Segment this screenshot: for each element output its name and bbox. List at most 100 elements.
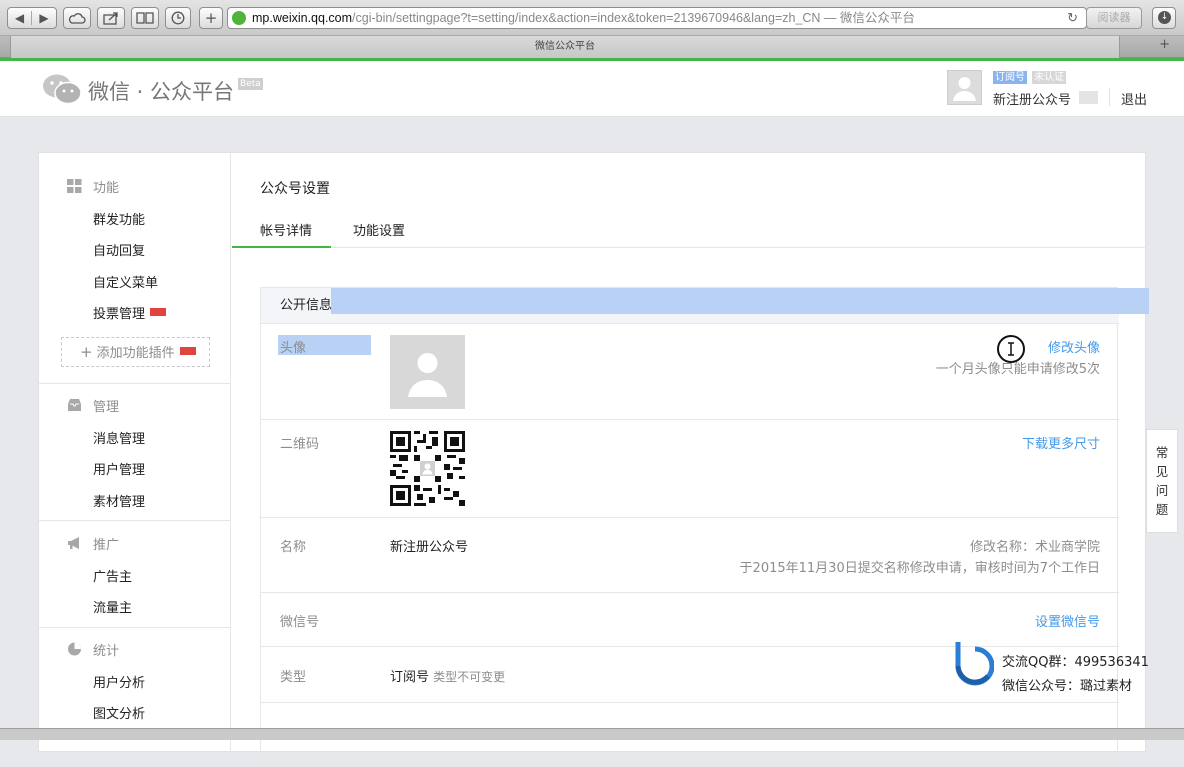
megaphone-icon: [67, 536, 82, 550]
bookmarks-button[interactable]: [131, 7, 159, 29]
type-note: 类型不可变更: [433, 670, 506, 684]
new-badge-icon: [150, 308, 167, 316]
inbox-icon: [67, 398, 82, 412]
wechat-id-row: 微信号 设置微信号: [261, 593, 1119, 647]
sidebar-item-users[interactable]: 用户管理: [93, 459, 145, 478]
row-label: 名称: [280, 540, 307, 555]
sidebar-divider: [39, 627, 230, 628]
sidebar-item-auto-reply[interactable]: 自动回复: [93, 240, 145, 259]
sidebar-group-stats: 统计: [67, 640, 120, 659]
avatar-row: 头像 修改头像 一个月头像只能申请修改5次: [261, 325, 1119, 420]
browser-tab[interactable]: 微信公众平台: [10, 36, 1120, 58]
settings-tabs: 帐号详情 功能设置: [232, 213, 1147, 248]
account-type-value: 订阅号 类型不可变更: [390, 666, 505, 685]
site-header: 微信 · 公众平台 Beta 订阅号 未认证 新注册公众号 退出: [0, 61, 1184, 117]
back-forward-buttons[interactable]: ◀ ▶: [7, 7, 57, 29]
subscription-badge: 订阅号: [993, 71, 1027, 84]
wechat-favicon-icon: [232, 11, 246, 25]
sidebar-item-mass-send[interactable]: 群发功能: [93, 209, 145, 228]
faq-char: 见: [1155, 464, 1169, 479]
sidebar-item-publisher[interactable]: 流量主: [93, 597, 132, 616]
row-label: 微信号: [280, 615, 320, 630]
url-domain: mp.weixin.qq.com: [252, 11, 353, 25]
sidebar: 功能 群发功能 自动回复 自定义菜单 投票管理 + 添加功能插件 管理 消息管理 …: [39, 153, 231, 753]
history-button[interactable]: [165, 7, 191, 29]
download-arrow-icon: ↓: [1158, 11, 1171, 24]
back-arrow-icon[interactable]: ◀: [8, 11, 32, 25]
type-value: 订阅号: [390, 670, 430, 685]
qr-code-image[interactable]: [390, 431, 465, 506]
sidebar-item-user-analysis[interactable]: 用户分析: [93, 672, 145, 691]
text-cursor-icon: [997, 335, 1025, 363]
add-plugin-button[interactable]: + 添加功能插件: [61, 337, 210, 367]
avatar-image: [390, 335, 465, 409]
account-avatar[interactable]: [947, 70, 982, 105]
sidebar-divider: [39, 383, 230, 384]
plus-icon: +: [204, 9, 218, 27]
sidebar-item-messages[interactable]: 消息管理: [93, 428, 145, 447]
browser-toolbar: ◀ ▶ + mp.weixin.qq.com/cgi-bin/settingpa…: [0, 0, 1184, 36]
faq-char: 常: [1155, 445, 1169, 460]
name-row: 名称 新注册公众号 修改名称：术业商学院 于2015年11月30日提交名称修改申…: [261, 518, 1119, 593]
sidebar-group-manage: 管理: [67, 396, 120, 415]
sidebar-item-vote[interactable]: 投票管理: [93, 303, 167, 322]
watermark-account: 微信公众号：璐过素材: [1002, 679, 1133, 694]
sidebar-group-label: 统计: [93, 643, 120, 659]
sidebar-item-label: 投票管理: [93, 307, 146, 322]
download-more-sizes-link[interactable]: 下载更多尺寸: [1022, 433, 1100, 452]
reader-button[interactable]: 阅读器: [1086, 7, 1142, 29]
tab-account-details[interactable]: 帐号详情: [260, 220, 312, 239]
sidebar-item-article-analysis[interactable]: 图文分析: [93, 703, 145, 722]
tab-function-settings[interactable]: 功能设置: [353, 220, 405, 239]
mail-icon[interactable]: [1079, 91, 1098, 104]
new-tab-icon[interactable]: +: [1159, 37, 1170, 52]
row-label: 二维码: [280, 437, 320, 452]
watermark-qq-group: 交流QQ群：499536341: [1002, 655, 1149, 670]
cloud-icon: [68, 13, 86, 24]
user-silhouette-icon: [953, 77, 976, 101]
address-bar[interactable]: mp.weixin.qq.com/cgi-bin/settingpage?t=s…: [227, 7, 1087, 29]
brand-title[interactable]: 微信 · 公众平台: [88, 76, 234, 106]
row-label: 类型: [280, 670, 307, 685]
book-icon: [136, 12, 154, 24]
grid-icon: [67, 179, 82, 193]
reload-icon[interactable]: ↻: [1067, 8, 1078, 28]
faq-side-button[interactable]: 常 见 问 题: [1146, 429, 1178, 533]
add-bookmark-button[interactable]: +: [199, 7, 223, 29]
wechat-logo-icon[interactable]: [42, 73, 82, 105]
add-plugin-label: 添加功能插件: [96, 346, 175, 361]
active-tab-indicator: [232, 246, 331, 248]
sidebar-item-custom-menu[interactable]: 自定义菜单: [93, 272, 158, 291]
forward-arrow-icon[interactable]: ▶: [32, 11, 56, 25]
change-avatar-link[interactable]: 修改头像: [1048, 337, 1100, 356]
faq-char: 问: [1155, 483, 1169, 498]
downloads-button[interactable]: ↓: [1152, 7, 1176, 29]
plus-icon: +: [80, 343, 93, 361]
share-icon: [103, 12, 118, 25]
clock-icon: [171, 11, 185, 25]
share-button[interactable]: [97, 7, 125, 29]
qrcode-row: 二维码 下载更多尺寸: [261, 420, 1119, 518]
sidebar-divider: [39, 520, 230, 521]
sidebar-item-materials[interactable]: 素材管理: [93, 491, 145, 510]
window-bottom-edge: [0, 728, 1184, 740]
account-name-value: 新注册公众号: [390, 540, 469, 555]
sidebar-group-label: 管理: [93, 399, 120, 415]
account-name[interactable]: 新注册公众号: [993, 89, 1071, 108]
unverified-badge: 未认证: [1032, 71, 1066, 84]
set-wechat-id-link[interactable]: 设置微信号: [1035, 611, 1100, 630]
url-path: /cgi-bin/settingpage?t=setting/index&act…: [352, 11, 915, 25]
page-title: 公众号设置: [260, 181, 330, 197]
logout-link[interactable]: 退出: [1121, 89, 1147, 108]
section-title: 公开信息: [280, 298, 333, 313]
sidebar-group-label: 功能: [93, 180, 120, 196]
header-divider: [1109, 88, 1110, 106]
browser-tab-bar: 微信公众平台 +: [0, 36, 1184, 58]
rename-review-note: 于2015年11月30日提交名称修改申请，审核时间为7个工作日: [739, 561, 1100, 576]
row-label: 头像: [280, 341, 307, 356]
text-selection-highlight: [331, 288, 1149, 314]
sidebar-item-advertiser[interactable]: 广告主: [93, 566, 132, 585]
new-badge-icon: [179, 347, 196, 355]
section-header: 公开信息: [261, 288, 1149, 324]
icloud-tabs-button[interactable]: [63, 7, 91, 29]
